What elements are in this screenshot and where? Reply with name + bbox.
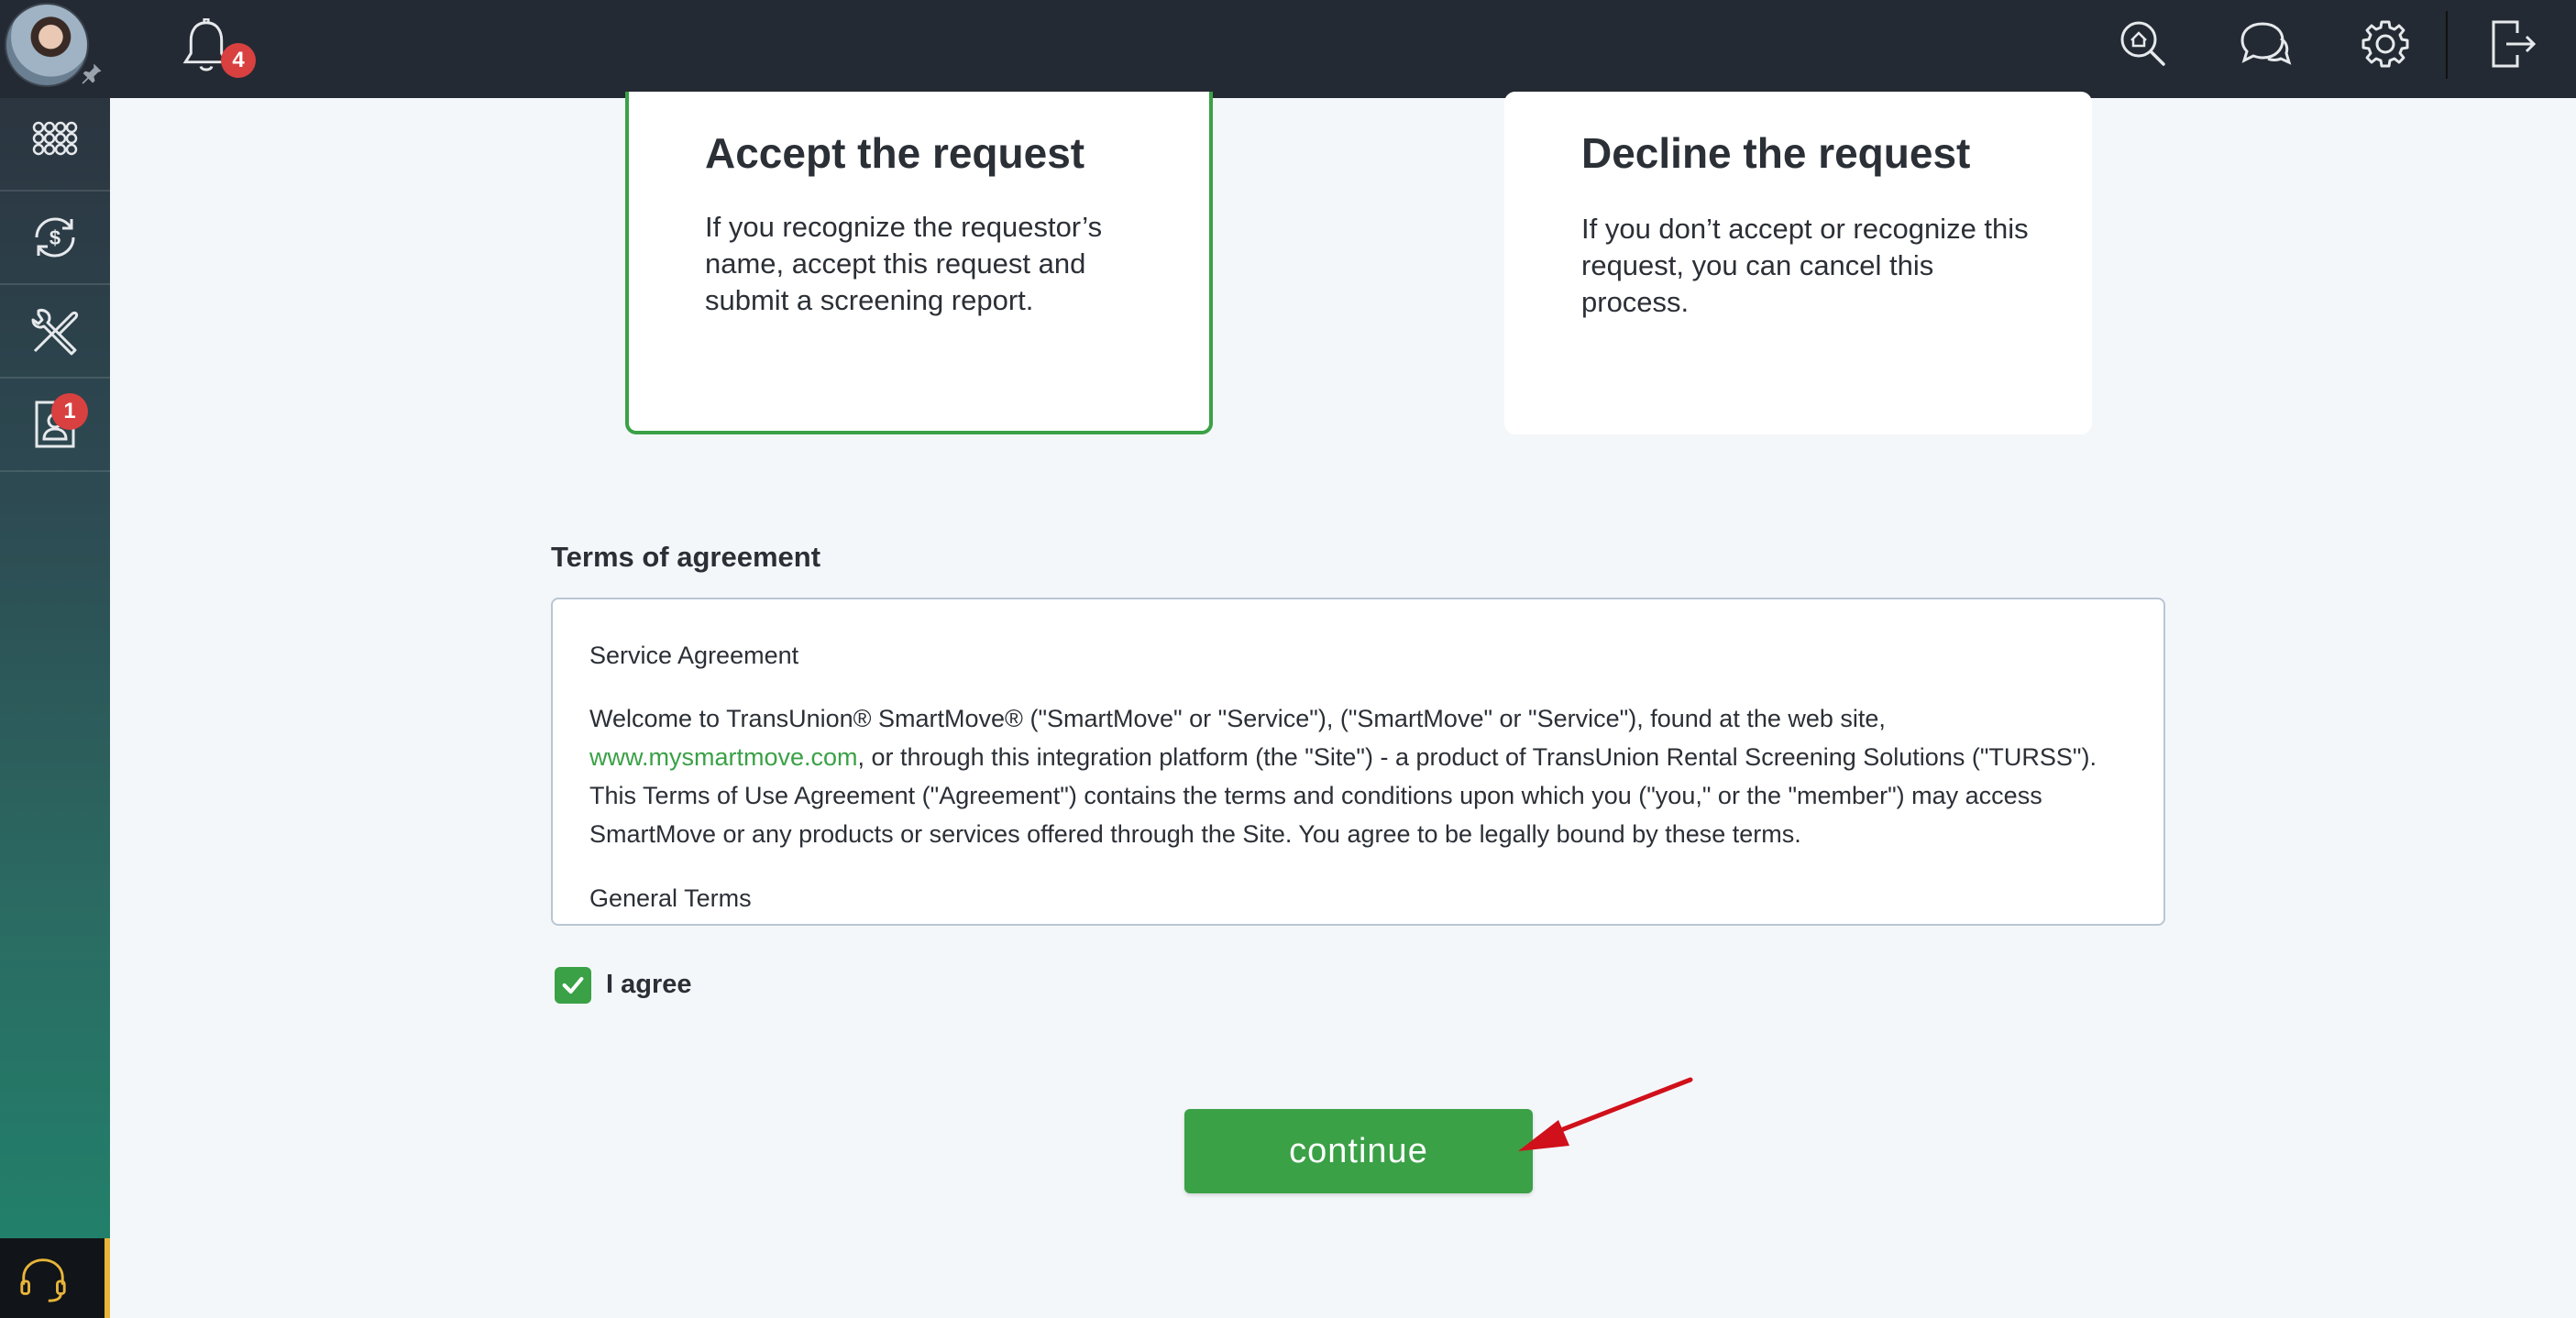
annotation-arrow-icon xyxy=(1518,1077,1693,1151)
decline-request-card[interactable]: Decline the request If you don’t accept … xyxy=(1504,92,2092,434)
agree-label[interactable]: I agree xyxy=(606,970,692,1000)
top-bar: 4 xyxy=(0,0,2576,98)
sidebar-badge: 1 xyxy=(51,393,88,430)
sidebar-item-tools[interactable] xyxy=(0,285,110,379)
checkmark-icon xyxy=(562,976,584,994)
terms-body-part1: Welcome to TransUnion® SmartMove® ("Smar… xyxy=(589,705,1886,732)
chat-icon[interactable] xyxy=(2237,16,2292,71)
search-home-icon[interactable] xyxy=(2116,16,2171,71)
terms-body: Welcome to TransUnion® SmartMove® ("Smar… xyxy=(589,699,2127,853)
payment-refresh-icon: $ xyxy=(35,217,75,258)
terms-label: Terms of agreement xyxy=(551,541,821,573)
headset-icon xyxy=(20,1258,66,1302)
svg-text:$: $ xyxy=(50,226,61,249)
decline-title: Decline the request xyxy=(1581,129,1971,177)
sidebar: $ xyxy=(0,98,110,1238)
support-button[interactable] xyxy=(0,1238,110,1318)
avatar[interactable] xyxy=(5,3,89,87)
gear-icon[interactable] xyxy=(2358,16,2413,71)
terms-scroll-box[interactable]: Service Agreement Welcome to TransUnion®… xyxy=(551,598,2165,926)
sidebar-item-apps[interactable] xyxy=(0,98,110,192)
tools-icon xyxy=(31,309,79,356)
terms-heading: Service Agreement xyxy=(589,642,799,669)
sidebar-item-payments[interactable]: $ xyxy=(0,192,110,285)
sidebar-item-tenant-docs[interactable] xyxy=(0,379,110,472)
agree-checkbox[interactable] xyxy=(555,967,591,1004)
accept-request-card[interactable]: Accept the request If you recognize the … xyxy=(625,92,1213,434)
notification-badge: 4 xyxy=(221,43,256,78)
terms-link[interactable]: www.mysmartmove.com xyxy=(589,743,858,771)
decline-description: If you don’t accept or recognize this re… xyxy=(1581,213,2029,318)
apps-grid-icon xyxy=(32,121,78,156)
accept-title: Accept the request xyxy=(705,129,1085,177)
topbar-divider xyxy=(2446,11,2448,79)
continue-button[interactable]: continue xyxy=(1184,1109,1533,1193)
logout-icon[interactable] xyxy=(2484,16,2539,71)
terms-subheading: General Terms xyxy=(589,884,752,912)
accept-description: If you recognize the requestor’s name, a… xyxy=(705,211,1103,316)
pin-icon[interactable] xyxy=(79,60,105,86)
